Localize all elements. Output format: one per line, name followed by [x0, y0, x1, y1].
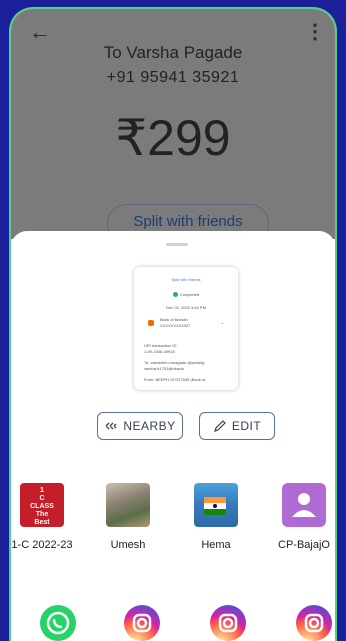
edit-label: EDIT — [231, 419, 262, 433]
back-arrow-icon[interactable]: ← — [29, 19, 51, 45]
nearby-share-icon — [105, 422, 117, 430]
group-avatar: 1 C CLASS The Best — [20, 483, 64, 527]
preview-date: Dec 02, 2022 4:44 PM — [166, 305, 206, 310]
payee-name: To Varsha Pagade — [103, 43, 243, 62]
person-icon — [282, 483, 326, 527]
preview-bank: Bank of Baroda XXXXXXXX4307 ⌄ — [148, 317, 224, 339]
nearby-button[interactable]: NEARBY — [97, 412, 183, 440]
nearby-label: NEARBY — [123, 419, 176, 433]
contact-name: CP-BajajO — [278, 539, 330, 551]
instagram-icon[interactable] — [124, 605, 160, 641]
preview-line: To: vasheeleu.ninagade-@axisbtg — [144, 360, 205, 365]
contact-item[interactable]: Hema — [181, 483, 251, 551]
contact-name: Hema — [201, 539, 231, 551]
contact-item[interactable]: CP-BajajO — [269, 483, 335, 551]
share-actions: NEARBY EDIT — [11, 412, 335, 442]
payee-phone: +91 95941 35921 — [106, 69, 240, 86]
payment-amount: ₹299 — [115, 110, 231, 166]
bank-icon — [148, 320, 154, 326]
pencil-icon — [213, 420, 226, 432]
avatar — [194, 483, 238, 527]
preview-status: Completed — [134, 292, 238, 298]
contact-name: Umesh — [110, 539, 146, 551]
contact-name: 1-C 2022-23 — [11, 539, 73, 551]
contact-item[interactable]: Umesh — [93, 483, 163, 551]
flag-icon — [204, 497, 226, 515]
sheet-handle[interactable] — [166, 243, 188, 246]
preview-title: Split with friends — [171, 277, 201, 282]
share-sheet: Split with friends Completed Dec 02, 202… — [11, 231, 335, 641]
instagram-icon[interactable] — [210, 605, 246, 641]
edit-button[interactable]: EDIT — [199, 412, 275, 440]
share-preview: Split with friends Completed Dec 02, 202… — [134, 267, 238, 390]
instagram-icon[interactable] — [296, 605, 332, 641]
avatar — [106, 483, 150, 527]
chevron-down-icon: ⌄ — [220, 320, 224, 325]
preview-line: UPI transaction ID — [144, 343, 177, 348]
check-icon — [172, 292, 178, 298]
more-options-icon[interactable]: ⋮ — [305, 19, 325, 44]
phone-screen: ← ⋮ To Varsha Pagade +91 95941 35921 ₹29… — [9, 7, 337, 641]
payment-details: ← ⋮ To Varsha Pagade +91 95941 35921 ₹29… — [11, 9, 335, 242]
whatsapp-icon[interactable] — [40, 605, 76, 641]
preview-line: varsha.tr1703@okaxis — [144, 366, 184, 371]
contact-item[interactable]: 1 C CLASS The Best 1-C 2022-23 — [11, 483, 77, 551]
preview-line: 1-90-1948-49918 — [144, 349, 175, 354]
preview-line: From: BEEPH-5TO27605 (Bank of — [144, 377, 206, 382]
